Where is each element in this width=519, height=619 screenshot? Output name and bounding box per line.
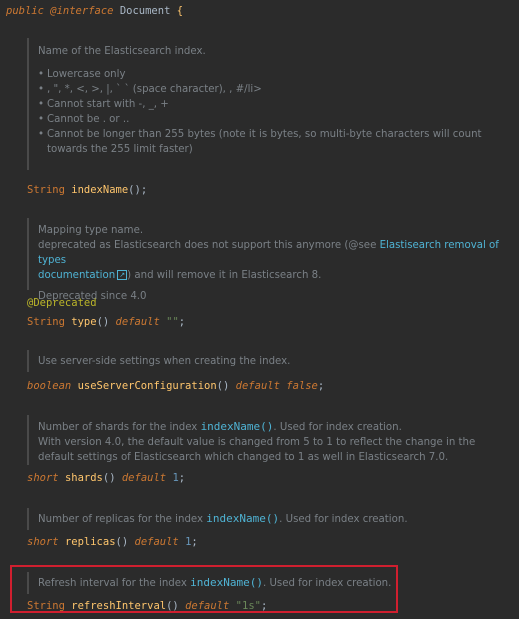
method-name: replicas bbox=[64, 536, 116, 548]
default-value: "" bbox=[166, 316, 179, 328]
parens: () bbox=[216, 380, 230, 392]
method-tail: (); bbox=[128, 184, 148, 196]
interface-name: Document bbox=[119, 5, 171, 17]
highlight-box bbox=[10, 565, 398, 613]
return-type: boolean bbox=[27, 380, 72, 392]
parens: () bbox=[102, 472, 116, 484]
indexname-reference[interactable]: indexName() bbox=[206, 512, 279, 525]
doc-line: Number of shards for the index indexName… bbox=[38, 419, 511, 435]
doc-text: ) and will remove it in Elasticsearch 8. bbox=[127, 270, 322, 281]
doc-comment-type: Mapping type name. deprecated as Elastic… bbox=[27, 218, 515, 302]
doc-line: Number of replicas for the index indexNa… bbox=[38, 511, 511, 527]
method-name: type bbox=[71, 316, 97, 328]
doc-bar bbox=[27, 508, 29, 530]
replicas-method[interactable]: short replicas() default 1; bbox=[27, 536, 198, 548]
doc-line: deprecated as Elasticsearch does not sup… bbox=[38, 238, 511, 268]
parens: () bbox=[96, 316, 110, 328]
doc-line: documentation ↗) and will remove it in El… bbox=[38, 268, 511, 283]
semicolon: ; bbox=[178, 472, 186, 484]
doc-text: Number of shards for the index bbox=[38, 422, 201, 433]
deprecated-note: Deprecated since 4.0 bbox=[38, 291, 147, 302]
return-type: String bbox=[27, 316, 65, 328]
list-item: Cannot be . or .. bbox=[38, 112, 511, 127]
doc-text: . Used for index creation. bbox=[279, 514, 408, 525]
return-type: short bbox=[27, 472, 59, 484]
indexname-method[interactable]: String indexName(); bbox=[27, 184, 147, 196]
doc-comment-server-config: Use server-side settings when creating t… bbox=[27, 350, 515, 372]
list-item: Lowercase only bbox=[38, 67, 511, 82]
type-method[interactable]: String type() default ""; bbox=[27, 316, 185, 328]
server-config-method[interactable]: boolean useServerConfiguration() default… bbox=[27, 380, 324, 392]
doc-bar bbox=[27, 350, 29, 372]
doc-comment-shards: Number of shards for the index indexName… bbox=[27, 415, 515, 465]
doc-bar bbox=[27, 38, 29, 170]
parens: () bbox=[115, 536, 129, 548]
method-name: indexName bbox=[71, 184, 129, 196]
semicolon: ; bbox=[178, 316, 186, 328]
default-value: false bbox=[286, 380, 318, 392]
interface-declaration: public @interface Document { bbox=[6, 5, 183, 17]
doc-comment-indexname: Name of the Elasticsearch index. Lowerca… bbox=[27, 38, 515, 170]
doc-bar bbox=[27, 218, 29, 290]
doc-comment-replicas: Number of replicas for the index indexNa… bbox=[27, 508, 515, 530]
semicolon: ; bbox=[191, 536, 198, 548]
list-item: Cannot start with -, _, + bbox=[38, 97, 511, 112]
doc-line: Use server-side settings when creating t… bbox=[38, 356, 291, 367]
interface-keyword: @interface bbox=[50, 5, 114, 17]
doc-text: . Used for index creation. bbox=[273, 422, 402, 433]
default-keyword: default bbox=[115, 316, 160, 328]
return-type: short bbox=[27, 536, 59, 548]
public-keyword: public bbox=[6, 5, 44, 17]
semicolon: ; bbox=[317, 380, 325, 392]
method-name: shards bbox=[64, 472, 103, 484]
default-keyword: default bbox=[134, 536, 179, 548]
doc-text: Number of replicas for the index bbox=[38, 514, 207, 525]
return-type: String bbox=[27, 184, 65, 196]
list-item: Cannot be longer than 255 bytes (note it… bbox=[38, 127, 511, 157]
doc-bar bbox=[27, 415, 29, 465]
method-name: useServerConfiguration bbox=[77, 380, 217, 392]
indexname-reference[interactable]: indexName() bbox=[201, 420, 274, 433]
open-brace: { bbox=[176, 5, 184, 17]
doc-text: deprecated as Elasticsearch does not sup… bbox=[38, 240, 380, 251]
documentation-link[interactable]: documentation bbox=[38, 270, 115, 281]
doc-line: With version 4.0, the default value is c… bbox=[38, 437, 476, 463]
default-keyword: default bbox=[121, 472, 167, 484]
default-keyword: default bbox=[235, 380, 280, 392]
external-link-icon: ↗ bbox=[117, 270, 128, 280]
deprecated-annotation: @Deprecated bbox=[27, 297, 97, 309]
list-item: , ", *, <, >, |, ` ` (space character), … bbox=[38, 82, 511, 97]
doc-title: Name of the Elasticsearch index. bbox=[38, 46, 206, 57]
doc-line: Mapping type name. bbox=[38, 225, 144, 236]
shards-method[interactable]: short shards() default 1; bbox=[27, 472, 185, 484]
